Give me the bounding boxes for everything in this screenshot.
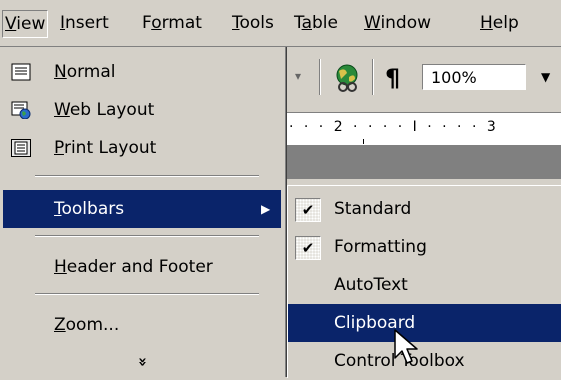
menu-separator [35,175,259,177]
menu-window[interactable]: Window [362,10,433,36]
menu-format[interactable]: Format [140,10,204,36]
mouse-pointer-icon [394,329,418,364]
menu-tools[interactable]: Tools [230,10,276,36]
menu-help[interactable]: Help [478,10,521,36]
menu-item-header-and-footer[interactable]: Header and Footer [3,248,281,286]
menu-view[interactable]: View [2,10,49,38]
submenu-item-autotext[interactable]: AutoText [288,266,561,304]
expand-menu-chevron-icon[interactable]: » [0,352,286,372]
menu-separator [35,235,259,237]
print-layout-icon [11,139,31,157]
toolbar-separator [372,59,374,95]
menu-separator [35,293,259,295]
ruler-tick [363,139,364,144]
view-menu-dropdown: Normal Web Layout Print Layout Toolbars … [0,47,287,377]
submenu-arrow-icon: ▶ [261,202,271,216]
standard-toolbar: ▾ ¶ 100% ▼ [285,47,561,111]
submenu-item-standard[interactable]: ✔ Standard [288,190,561,228]
menu-item-toolbars[interactable]: Toolbars ▶ [3,190,281,228]
normal-view-icon [11,63,31,81]
checkmark-icon: ✔ [295,198,321,222]
menu-item-print-layout[interactable]: Print Layout [3,129,281,167]
zoom-combobox[interactable]: 100% [422,64,526,90]
menu-item-zoom[interactable]: Zoom... [3,306,281,344]
zoom-dropdown-arrow-icon[interactable]: ▼ [541,67,550,87]
toolbar-separator [319,59,321,95]
document-area [285,145,561,179]
submenu-item-formatting[interactable]: ✔ Formatting [288,228,561,266]
checkmark-icon: ✔ [295,236,321,260]
horizontal-ruler: · · · 2 · · · · I · · · · 3 [285,112,561,146]
menu-item-web-layout[interactable]: Web Layout [3,91,281,129]
web-layout-icon [11,101,31,119]
web-toolbar-globe-icon[interactable] [333,63,363,93]
menu-item-normal[interactable]: Normal [3,53,281,91]
menu-bar: View Insert Format Tools Table Window He… [0,0,561,47]
dropdown-arrow-icon[interactable]: ▾ [295,67,309,85]
menu-insert[interactable]: Insert [58,10,111,36]
menu-table[interactable]: Table [292,10,340,36]
show-hide-paragraph-button[interactable]: ¶ [385,63,400,93]
